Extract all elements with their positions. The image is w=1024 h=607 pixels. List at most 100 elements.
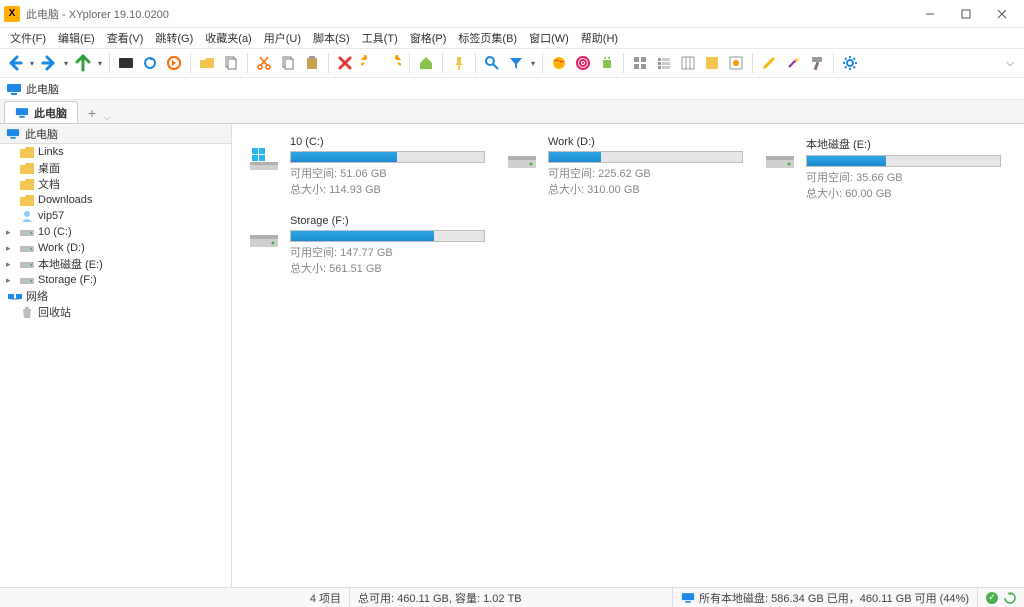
expander-icon[interactable]: ▸ xyxy=(6,275,16,286)
tab-label: 此电脑 xyxy=(34,105,67,121)
menubar: 文件(F)编辑(E)查看(V)跳转(G)收藏夹(a)用户(U)脚本(S)工具(T… xyxy=(0,28,1024,48)
grid-button[interactable] xyxy=(629,52,651,74)
menu-item-5[interactable]: 用户(U) xyxy=(258,28,307,48)
tree-sidebar: 此电脑 Links桌面文档Downloadsvip57▸10 (C:)▸Work… xyxy=(0,124,232,587)
tree-item-1[interactable]: 桌面 xyxy=(0,160,231,176)
menu-item-4[interactable]: 收藏夹(a) xyxy=(199,28,257,48)
drive-item-0[interactable]: 10 (C:)可用空间: 51.06 GB总大小: 114.93 GB xyxy=(244,132,484,205)
redo-button[interactable] xyxy=(382,52,404,74)
tree-header[interactable]: 此电脑 xyxy=(0,124,231,144)
back-dd-icon[interactable]: ▾ xyxy=(28,59,36,68)
tree-item-9[interactable]: ▸网络 xyxy=(0,288,231,304)
menu-item-0[interactable]: 文件(F) xyxy=(4,28,52,48)
up-button[interactable] xyxy=(72,52,94,74)
menu-item-3[interactable]: 跳转(G) xyxy=(149,28,199,48)
tree-item-8[interactable]: ▸Storage (F:) xyxy=(0,272,231,288)
pc-icon xyxy=(15,107,29,118)
tree-item-label: Work (D:) xyxy=(38,242,85,254)
status-all-disks: 所有本地磁盘: 586.34 GB 已用，460.11 GB 可用 (44%) xyxy=(673,588,978,607)
menu-item-10[interactable]: 窗口(W) xyxy=(523,28,575,48)
search-button[interactable] xyxy=(481,52,503,74)
tree-item-0[interactable]: Links xyxy=(0,144,231,160)
tab-add-button[interactable]: + xyxy=(82,103,102,123)
expander-icon[interactable]: ▸ xyxy=(6,227,16,238)
status-summary: 总可用: 460.11 GB, 容量: 1.02 TB xyxy=(350,588,673,607)
close-button[interactable] xyxy=(984,2,1020,26)
separator xyxy=(475,53,476,73)
tree-item-3[interactable]: Downloads xyxy=(0,192,231,208)
filter-dd-icon[interactable]: ▾ xyxy=(529,59,537,68)
net-icon xyxy=(8,290,22,302)
back-button[interactable] xyxy=(4,52,26,74)
tab-this-pc[interactable]: 此电脑 xyxy=(4,101,78,123)
menu-item-9[interactable]: 标签页集(B) xyxy=(452,28,523,48)
drive-item-2[interactable]: 本地磁盘 (E:)可用空间: 35.66 GB总大小: 60.00 GB xyxy=(760,132,1000,205)
drive-usage-bar xyxy=(290,151,485,163)
menu-item-8[interactable]: 窗格(P) xyxy=(404,28,453,48)
drive-name: 本地磁盘 (E:) xyxy=(806,136,1001,152)
gear-button[interactable] xyxy=(839,52,861,74)
folder-icon xyxy=(20,194,34,206)
expander-icon[interactable]: ▸ xyxy=(6,259,16,270)
menu-item-11[interactable]: 帮助(H) xyxy=(575,28,624,48)
pen-button[interactable] xyxy=(758,52,780,74)
goto-button[interactable] xyxy=(115,52,137,74)
preview-button[interactable] xyxy=(725,52,747,74)
paste-button[interactable] xyxy=(301,52,323,74)
android-button[interactable] xyxy=(596,52,618,74)
thumb-button[interactable] xyxy=(701,52,723,74)
maximize-button[interactable] xyxy=(948,2,984,26)
address-path: 此电脑 xyxy=(26,81,59,97)
pc-icon xyxy=(681,592,695,603)
tree-item-5[interactable]: ▸10 (C:) xyxy=(0,224,231,240)
stop-button[interactable] xyxy=(163,52,185,74)
undo-button[interactable] xyxy=(358,52,380,74)
disk-icon xyxy=(20,274,34,286)
content-pane: 10 (C:)可用空间: 51.06 GB总大小: 114.93 GBWork … xyxy=(232,124,1024,587)
browse-button[interactable] xyxy=(196,52,218,74)
disk-icon xyxy=(20,258,34,270)
forward-button[interactable] xyxy=(38,52,60,74)
up-dd-icon[interactable]: ▾ xyxy=(96,59,104,68)
expander-icon[interactable]: ▸ xyxy=(6,243,16,254)
hammer-button[interactable] xyxy=(806,52,828,74)
columns-button[interactable] xyxy=(677,52,699,74)
drive-item-1[interactable]: Work (D:)可用空间: 225.62 GB总大小: 310.00 GB xyxy=(502,132,742,205)
tree-item-4[interactable]: vip57 xyxy=(0,208,231,224)
cut-button[interactable] xyxy=(253,52,275,74)
details-button[interactable] xyxy=(653,52,675,74)
drive-icon xyxy=(248,227,280,259)
toolbar-overflow-icon[interactable]: ⌵ xyxy=(1000,56,1020,71)
drive-usage-bar xyxy=(290,230,485,242)
filter-button[interactable] xyxy=(505,52,527,74)
tab-dropdown-icon[interactable]: ⌵ xyxy=(104,113,110,123)
tree-item-10[interactable]: 回收站 xyxy=(0,304,231,320)
target-button[interactable] xyxy=(572,52,594,74)
drive-item-3[interactable]: Storage (F:)可用空间: 147.77 GB总大小: 561.51 G… xyxy=(244,211,484,280)
wand-button[interactable] xyxy=(782,52,804,74)
address-bar[interactable]: 此电脑 xyxy=(0,78,1024,100)
menu-item-6[interactable]: 脚本(S) xyxy=(307,28,356,48)
globe-button[interactable] xyxy=(548,52,570,74)
reload-button[interactable] xyxy=(139,52,161,74)
menu-item-1[interactable]: 编辑(E) xyxy=(52,28,101,48)
statusbar: 4 项目 总可用: 460.11 GB, 容量: 1.02 TB 所有本地磁盘:… xyxy=(0,587,1024,607)
menu-item-7[interactable]: 工具(T) xyxy=(356,28,404,48)
tree-item-6[interactable]: ▸ Work (D:) xyxy=(0,240,231,256)
pin-button[interactable] xyxy=(448,52,470,74)
window-title: 此电脑 - XYplorer 19.10.0200 xyxy=(26,6,912,22)
menu-item-2[interactable]: 查看(V) xyxy=(101,28,150,48)
drive-total-label: 总大小: 310.00 GB xyxy=(548,181,743,197)
tabbar: 此电脑 + ⌵ xyxy=(0,100,1024,124)
copy-button[interactable] xyxy=(277,52,299,74)
minimize-button[interactable] xyxy=(912,2,948,26)
delete-button[interactable] xyxy=(334,52,356,74)
home-button[interactable] xyxy=(415,52,437,74)
tree-item-7[interactable]: ▸本地磁盘 (E:) xyxy=(0,256,231,272)
tree-item-2[interactable]: 文档 xyxy=(0,176,231,192)
forward-dd-icon[interactable]: ▾ xyxy=(62,59,70,68)
titlebar: X 此电脑 - XYplorer 19.10.0200 xyxy=(0,0,1024,28)
copy-path-button[interactable] xyxy=(220,52,242,74)
expander-icon[interactable]: ▸ xyxy=(0,291,4,302)
drive-free-label: 可用空间: 51.06 GB xyxy=(290,165,485,181)
